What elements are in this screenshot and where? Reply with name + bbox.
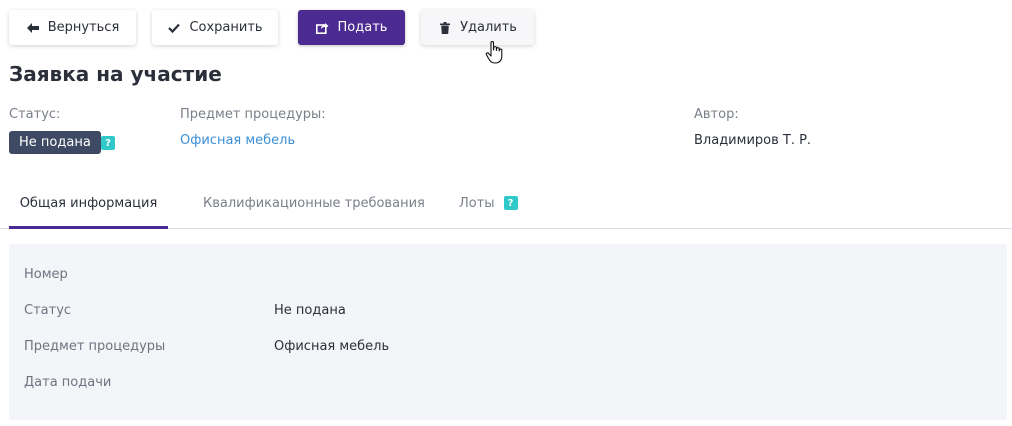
details-panel: Номер Статус Не подана Предмет процедуры… bbox=[9, 244, 1007, 420]
author-label: Автор: bbox=[694, 107, 739, 122]
arrow-left-icon bbox=[26, 21, 40, 35]
trash-icon bbox=[438, 21, 452, 35]
status-help-icon[interactable]: ? bbox=[101, 136, 115, 150]
page-title: Заявка на участие bbox=[9, 62, 222, 86]
save-button[interactable]: Сохранить bbox=[152, 10, 278, 45]
submit-button[interactable]: Подать bbox=[298, 10, 405, 45]
tab-qualification-requirements[interactable]: Квалификационные требования bbox=[203, 180, 425, 226]
save-button-label: Сохранить bbox=[189, 20, 263, 35]
detail-row-subject-label: Предмет процедуры bbox=[24, 339, 166, 354]
tab-bar: Общая информация Квалификационные требов… bbox=[0, 180, 1012, 229]
subject-link[interactable]: Офисная мебель bbox=[180, 133, 295, 148]
back-button[interactable]: Вернуться bbox=[9, 10, 136, 45]
back-button-label: Вернуться bbox=[47, 20, 120, 35]
detail-row-subject-link[interactable]: Офисная мебель bbox=[274, 339, 389, 354]
check-icon bbox=[167, 21, 181, 35]
status-label: Статус: bbox=[9, 107, 61, 122]
submit-button-label: Подать bbox=[337, 20, 388, 35]
delete-button[interactable]: Удалить bbox=[421, 10, 534, 45]
detail-row-number-label: Номер bbox=[24, 267, 68, 282]
tab-qualification-requirements-label: Квалификационные требования bbox=[203, 195, 425, 211]
delete-button-label: Удалить bbox=[460, 20, 517, 35]
status-badge-text: Не подана bbox=[19, 135, 91, 150]
share-icon bbox=[316, 21, 330, 35]
subject-label: Предмет процедуры: bbox=[180, 107, 326, 122]
hand-pointer-icon bbox=[485, 40, 505, 66]
author-value: Владимиров Т. Р. bbox=[694, 133, 812, 148]
detail-row-submit-date-label: Дата подачи bbox=[24, 375, 112, 390]
detail-row-status-label: Статус bbox=[24, 303, 72, 318]
tab-general-info-label: Общая информация bbox=[19, 195, 158, 211]
detail-row-status-value: Не подана bbox=[274, 303, 346, 318]
tab-general-info[interactable]: Общая информация bbox=[9, 180, 168, 229]
tab-lots[interactable]: Лоты ? bbox=[459, 180, 518, 226]
lots-help-icon[interactable]: ? bbox=[503, 196, 518, 210]
tab-lots-label: Лоты bbox=[459, 195, 495, 211]
status-badge: Не подана bbox=[9, 131, 101, 154]
